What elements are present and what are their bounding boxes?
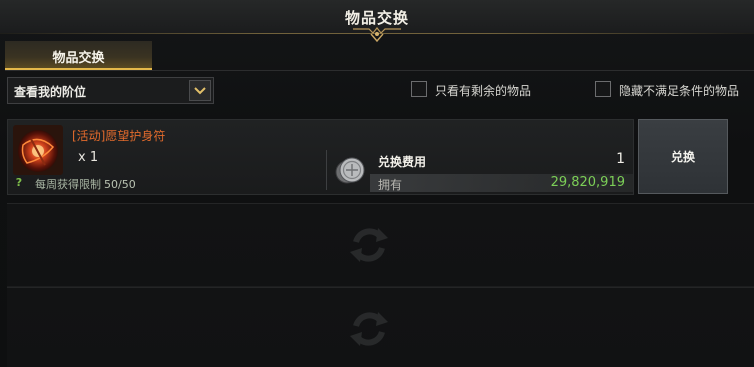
owned-value: 29,820,919 bbox=[550, 175, 625, 190]
checkbox-hide-unmet[interactable]: 隐藏不满足条件的物品 bbox=[595, 81, 754, 101]
exchange-cost-value: 1 bbox=[616, 151, 625, 167]
checkbox-remaining-only[interactable]: 只看有剩余的物品 bbox=[411, 81, 551, 101]
empty-exchange-slot bbox=[7, 203, 754, 287]
owned-bar: 拥有 29,820,919 bbox=[370, 174, 633, 192]
checkbox-remaining-label: 只看有剩余的物品 bbox=[435, 84, 532, 98]
coin-icon bbox=[335, 157, 365, 184]
exchange-button-label: 兑换 bbox=[670, 150, 695, 164]
tier-dropdown[interactable]: 查看我的阶位 bbox=[7, 77, 214, 104]
item-name: [活动]愿望护身符 bbox=[72, 129, 166, 143]
weekly-limit-value: 50/50 bbox=[104, 178, 136, 191]
weekly-limit: 每周获得限制 50/50 bbox=[35, 176, 136, 192]
tab-label: 物品交换 bbox=[52, 51, 105, 66]
help-icon[interactable]: ? bbox=[13, 176, 25, 190]
amulet-item-icon[interactable] bbox=[13, 125, 63, 175]
checkbox-hide-unmet-label: 隐藏不满足条件的物品 bbox=[619, 84, 740, 98]
item-quantity: x 1 bbox=[78, 150, 99, 165]
exchange-item-row: [活动]愿望护身符 x 1 ? 每周获得限制 50/50 兑换费用 1 拥有 29… bbox=[7, 119, 634, 195]
item-exchange-window: 物品交换 物品交换 查看我的阶位 只看有剩余的物品 隐藏不满足条件的物品 [活动… bbox=[0, 0, 754, 367]
exchange-arrows-icon bbox=[350, 312, 388, 346]
tab-divider bbox=[5, 70, 754, 71]
empty-exchange-slot bbox=[7, 287, 754, 367]
title-ornament-icon bbox=[353, 27, 401, 43]
cost-divider bbox=[326, 150, 327, 190]
chevron-down-icon bbox=[194, 87, 206, 95]
checkbox-remaining-box[interactable] bbox=[411, 81, 427, 97]
owned-label: 拥有 bbox=[378, 178, 403, 192]
tab-item-exchange[interactable]: 物品交换 bbox=[5, 41, 152, 70]
exchange-cost-label: 兑换费用 bbox=[378, 155, 427, 169]
dropdown-toggle-button[interactable] bbox=[189, 80, 211, 101]
exchange-arrows-icon bbox=[350, 228, 388, 262]
weekly-limit-label: 每周获得限制 bbox=[35, 178, 101, 191]
tier-dropdown-value: 查看我的阶位 bbox=[14, 85, 87, 99]
checkbox-hide-unmet-box[interactable] bbox=[595, 81, 611, 97]
exchange-button[interactable]: 兑换 bbox=[638, 119, 728, 194]
